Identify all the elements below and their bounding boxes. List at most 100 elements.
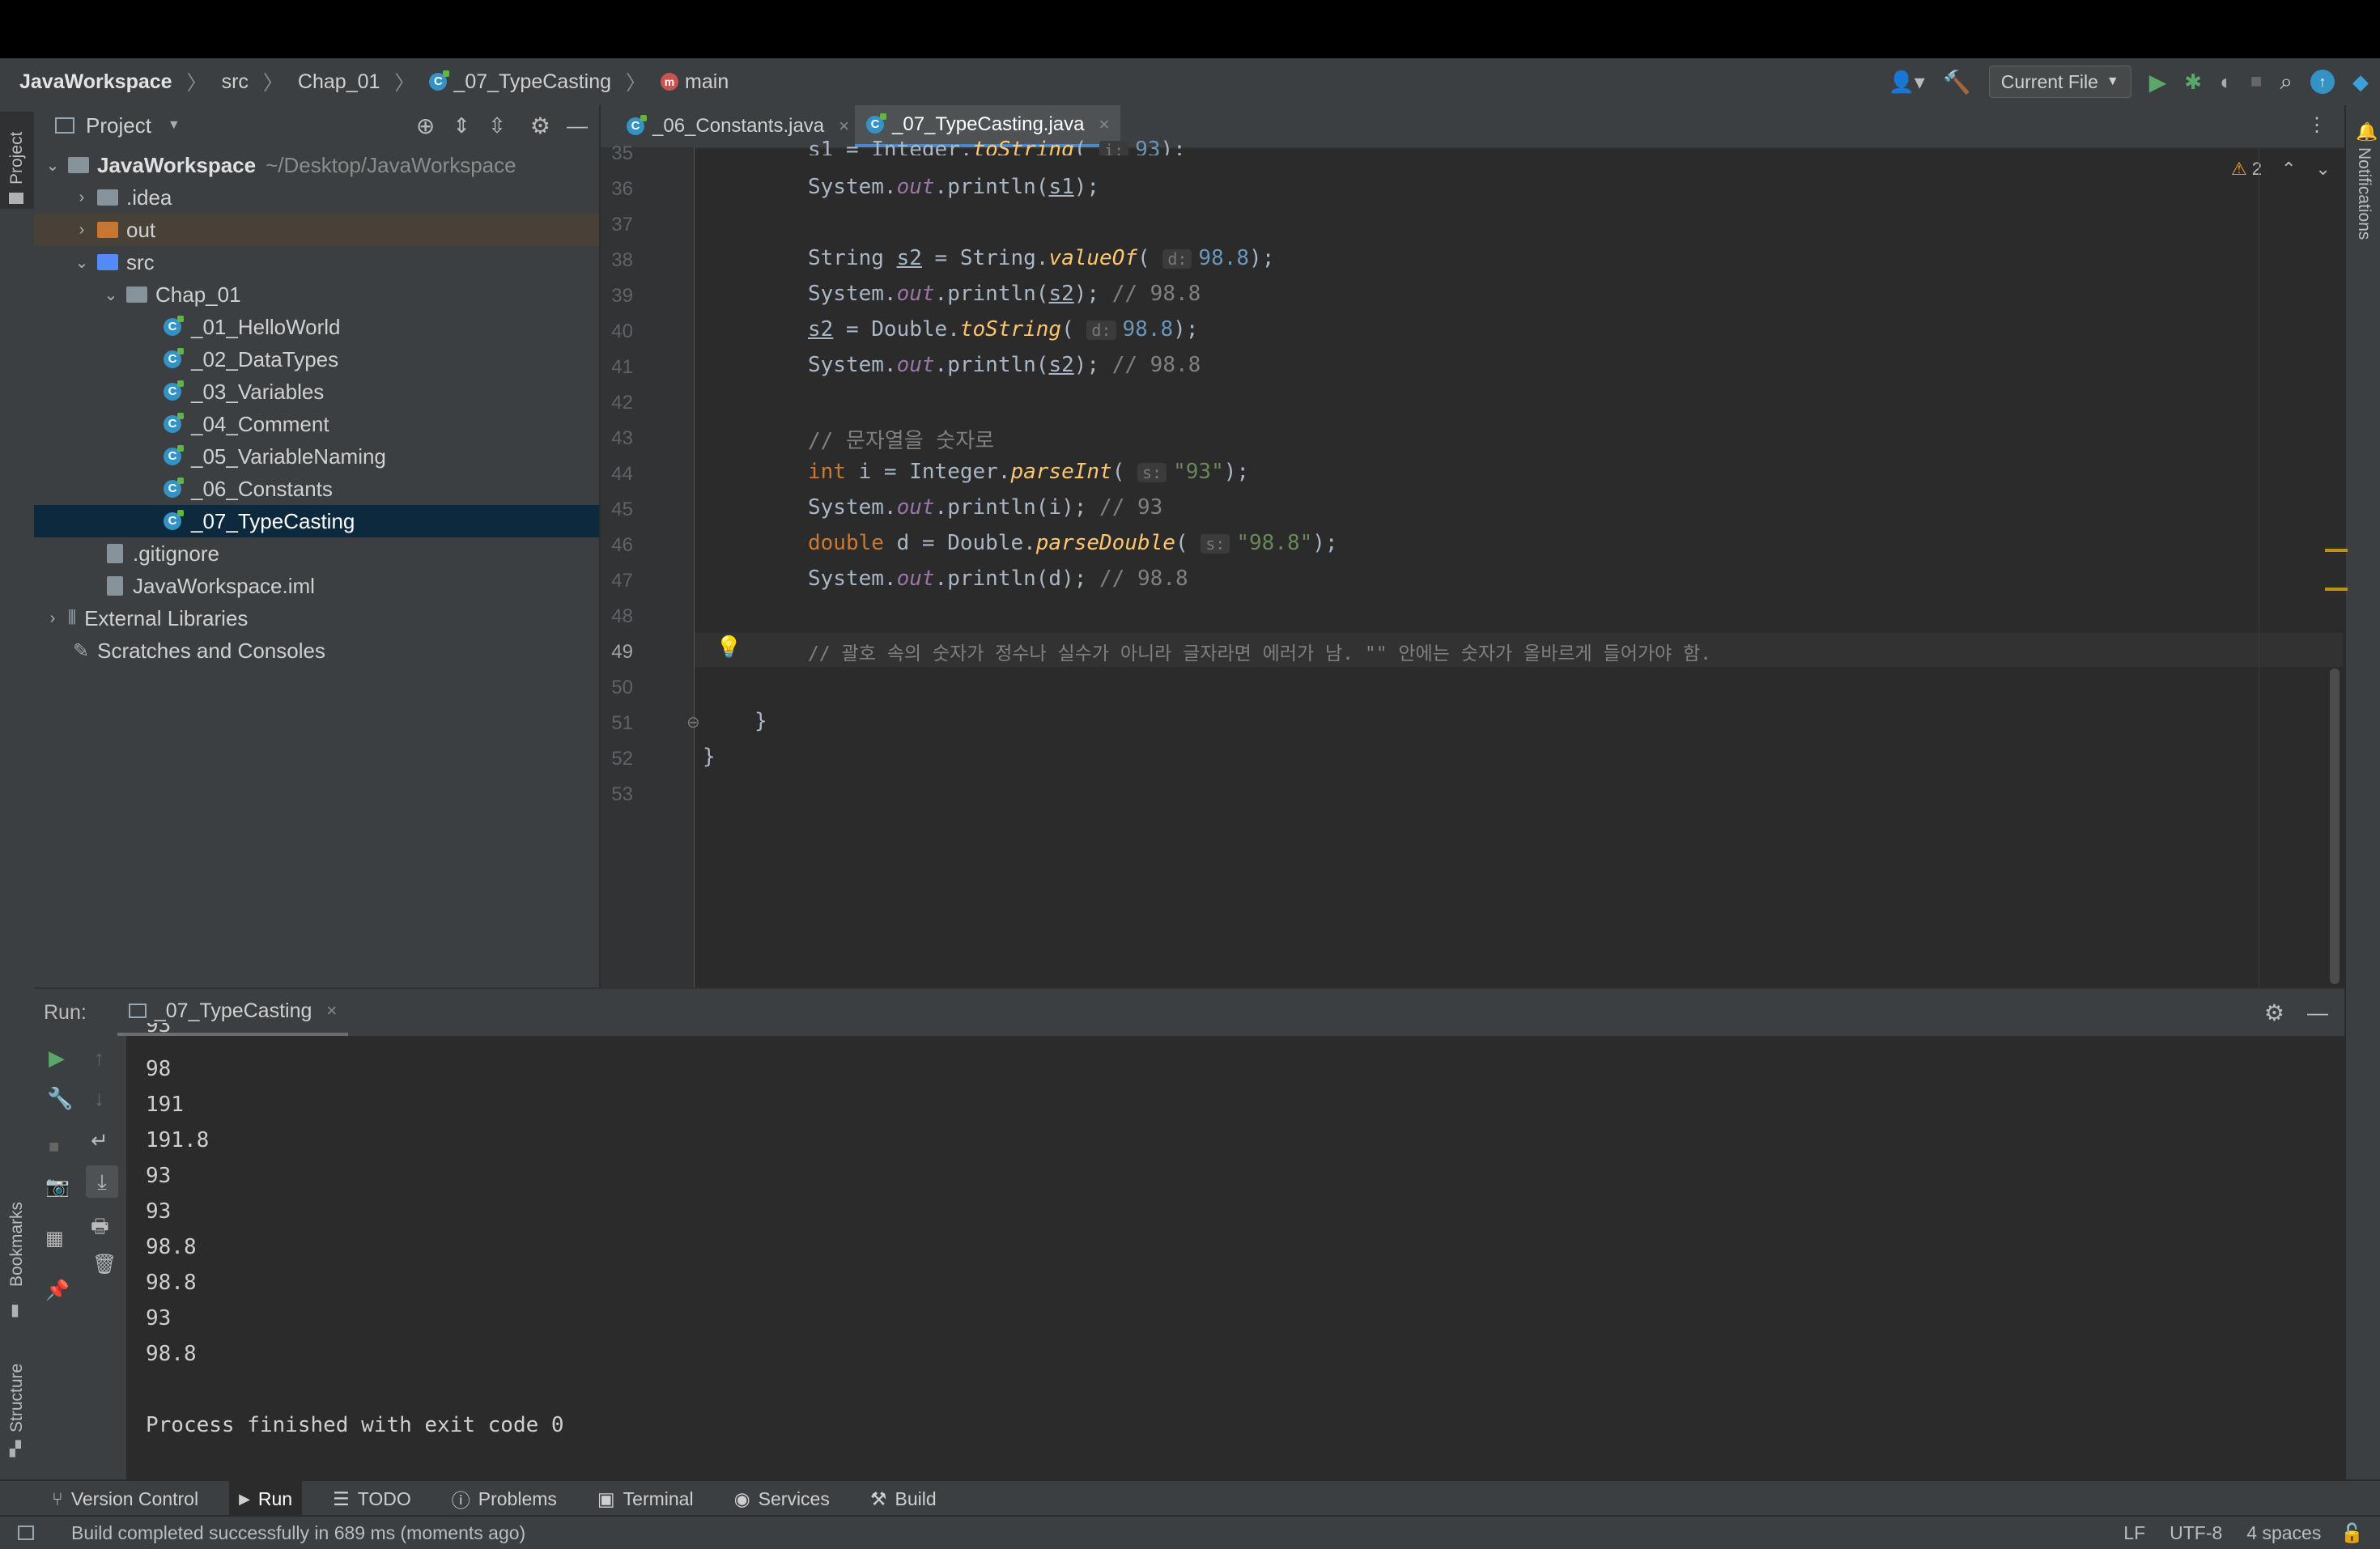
arrow-up-icon[interactable]: ↑ [94,1046,104,1071]
breadcrumb-chap[interactable]: Chap_01 [298,70,380,94]
expand-all-icon[interactable]: ⇕ [453,113,470,138]
tree-item-root[interactable]: ⌄ JavaWorkspace ~/Desktop/JavaWorkspace [34,149,599,181]
inspection-widget[interactable]: ⚠ 2 ⌃ ⌄ [2231,159,2331,180]
breadcrumb-project[interactable]: JavaWorkspace [19,70,172,94]
close-icon[interactable]: × [1099,114,1110,135]
code-comment[interactable]: // 문자열을 숫자로 [808,424,994,454]
tree-item-file-selected[interactable]: C _07_TypeCasting [34,505,599,537]
tab-label: _07_TypeCasting.java [892,113,1085,135]
locate-icon[interactable]: ⊕ [416,112,435,139]
code-line[interactable]: int i = Integer.parseInt( s: "93"); [808,460,1249,484]
project-panel-title[interactable]: Project [86,113,151,138]
more-icon[interactable]: ⋮ [2307,113,2327,137]
code-line[interactable]: s1 = Integer.toString( i: 93); [808,138,1186,155]
file-encoding[interactable]: UTF-8 [2170,1522,2222,1544]
line-separator[interactable]: LF [2123,1522,2145,1544]
stop-icon[interactable]: ■ [49,1136,59,1157]
chevron-up-icon[interactable]: ⌃ [2281,159,2296,180]
chevron-down-icon[interactable]: ⌄ [2315,159,2330,180]
code-line[interactable]: System.out.println(s1); [808,175,1099,199]
code-line[interactable]: System.out.println(s2); // 98.8 [808,282,1201,306]
chevron-down-icon[interactable]: ▼ [168,118,181,133]
trash-icon[interactable]: 🗑 [92,1253,117,1276]
scroll-to-end-icon[interactable]: ⤓ [86,1165,118,1198]
tree-item-iml[interactable]: JavaWorkspace.iml [34,570,599,602]
soft-wrap-icon[interactable]: ↵ [91,1128,108,1153]
error-stripe-marker[interactable] [2325,549,2348,552]
notifications-tool-label[interactable]: Notifications [2354,147,2374,240]
tab-services[interactable]: ◉ Services [725,1481,839,1517]
layout-toggle-icon[interactable] [18,1526,34,1540]
tab-problems[interactable]: ⓘ Problems [442,1481,567,1517]
run-panel [34,987,2344,1481]
gear-icon[interactable]: ⚙ [2264,999,2284,1026]
search-icon[interactable]: ⌕ [2280,69,2293,95]
code-line[interactable]: } [703,745,716,769]
code-line[interactable]: System.out.println(s2); // 98.8 [808,353,1201,377]
fold-icon[interactable]: ⊖ [686,712,700,732]
pin-icon[interactable]: 📌 [45,1279,70,1302]
tab-build[interactable]: ⚒ Build [861,1481,946,1517]
stop-icon[interactable]: ■ [2250,70,2263,93]
code-comment[interactable]: // 괄호 속의 숫자가 정수나 실수가 아니라 글자라면 에러가 남. "" … [808,638,1711,665]
hide-icon[interactable]: — [2307,1000,2328,1025]
breadcrumb-method[interactable]: main [685,70,729,94]
line-number: 40 [611,320,633,342]
tab-todo[interactable]: ☰ TODO [323,1481,421,1517]
user-icon[interactable]: 👤▾ [1888,70,1924,95]
code-line[interactable]: System.out.println(i); // 93 [808,495,1162,520]
run-config-select[interactable]: Current File ▼ [1988,66,2131,98]
lock-icon[interactable]: 🔓 [2340,1522,2364,1544]
status-message[interactable]: Build completed successfully in 689 ms (… [71,1522,525,1544]
tree-item-file[interactable]: C _01_HelloWorld [34,311,599,343]
code-line[interactable]: } [754,709,767,733]
bookmarks-tool-label[interactable]: Bookmarks [7,1202,27,1287]
print-icon[interactable]: 🖶 [91,1212,109,1246]
arrow-down-icon[interactable]: ↓ [94,1086,104,1111]
tab-terminal[interactable]: ▣ Terminal [588,1481,703,1517]
rerun-icon[interactable]: ▶ [49,1046,65,1071]
code-line[interactable]: String s2 = String.valueOf( d: 98.8); [808,246,1274,270]
tree-item-file[interactable]: C _04_Comment [34,408,599,440]
camera-icon[interactable]: 📷 [45,1175,70,1199]
line-number: 41 [611,356,633,378]
tree-item-file[interactable]: C _03_Variables [34,376,599,408]
project-tool-button[interactable]: Project [0,112,34,209]
tree-item-file[interactable]: C _06_Constants [34,473,599,505]
layout-icon[interactable]: ▦ [45,1227,64,1250]
tree-item-external-libraries[interactable]: › ⫴ External Libraries [34,602,599,634]
hide-icon[interactable]: — [567,113,588,138]
tree-item-gitignore[interactable]: .gitignore [34,537,599,570]
breadcrumb-file[interactable]: _07_TypeCasting [453,70,611,94]
tree-item-scratches[interactable]: ✎ Scratches and Consoles [34,634,599,667]
gear-icon[interactable]: ⚙ [530,112,550,139]
code-line[interactable]: System.out.println(d); // 98.8 [808,567,1188,591]
code-line[interactable]: double d = Double.parseDouble( s: "98.8")… [808,531,1338,555]
coverage-icon[interactable]: ◐ [2220,70,2233,95]
close-icon[interactable]: × [839,116,849,137]
error-stripe-marker[interactable] [2325,588,2348,591]
close-icon[interactable]: × [326,1000,337,1021]
tab-run[interactable]: ▶ Run [229,1481,303,1517]
tree-item-file[interactable]: C _05_VariableNaming [34,440,599,473]
wrench-icon[interactable]: 🔧 [47,1086,73,1111]
breadcrumb-src[interactable]: src [222,70,249,94]
indent-setting[interactable]: 4 spaces [2246,1522,2321,1544]
editor-scrollbar[interactable] [2330,668,2340,984]
tree-item-out[interactable]: › out [34,214,599,246]
tree-item-file[interactable]: C _02_DataTypes [34,343,599,376]
lightbulb-icon[interactable]: 💡 [716,634,742,660]
build-hammer-icon[interactable]: 🔨 [1943,69,1971,95]
tree-item-src[interactable]: ⌄ src [34,246,599,278]
code-line[interactable]: s2 = Double.toString( d: 98.8); [808,317,1198,342]
update-icon[interactable]: ↑ [2310,70,2335,94]
tree-item-idea[interactable]: › .idea [34,181,599,214]
collapse-all-icon[interactable]: ⇳ [488,113,506,138]
notifications-bell-icon[interactable]: 🔔 [2356,121,2378,142]
structure-tool-label[interactable]: Structure [7,1364,27,1432]
tree-item-chap01[interactable]: ⌄ Chap_01 [34,278,599,311]
jetbrains-icon[interactable]: ◆ [2352,70,2369,95]
run-icon[interactable]: ▶ [2149,69,2167,95]
tab-version-control[interactable]: ⑂ Version Control [42,1481,208,1517]
debug-icon[interactable]: ✱ [2184,70,2202,95]
